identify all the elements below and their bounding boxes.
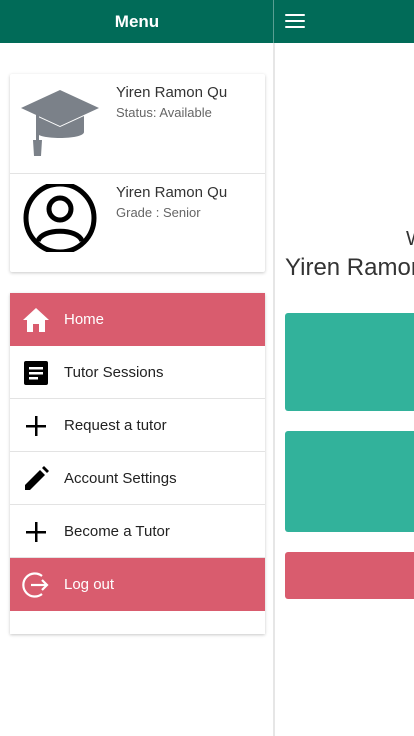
profile-grade-row: Yiren Ramon Qu Grade : Senior xyxy=(10,174,265,273)
nav-item-label: Log out xyxy=(64,576,115,593)
nav-item-become-tutor[interactable]: Become a Tutor xyxy=(10,505,265,558)
profile-card: Yiren Ramon Qu Status: Available Yiren R… xyxy=(10,74,265,272)
nav-item-home[interactable]: Home xyxy=(10,293,265,346)
nav-item-label: Account Settings xyxy=(64,470,177,487)
dashboard-button[interactable] xyxy=(285,552,414,599)
dashboard-tile-2[interactable] xyxy=(285,431,414,532)
side-nav: Home Tutor Sessions Request a tutor Acco… xyxy=(10,293,265,634)
home-icon xyxy=(23,308,49,332)
user-circle-icon xyxy=(23,184,97,252)
main-user-name: Yiren Ramon Qu xyxy=(285,254,414,281)
top-app-bar: Menu xyxy=(0,0,414,43)
welcome-text: W xyxy=(406,228,414,251)
hamburger-menu-icon[interactable] xyxy=(285,14,305,30)
nav-item-label: Become a Tutor xyxy=(64,523,170,540)
graduation-cap-icon xyxy=(21,90,99,156)
dashboard-tile-1[interactable] xyxy=(285,313,414,411)
profile-name: Yiren Ramon Qu xyxy=(116,84,228,101)
nav-item-request-tutor[interactable]: Request a tutor xyxy=(10,399,265,452)
nav-item-label: Request a tutor xyxy=(64,417,167,434)
pencil-icon xyxy=(25,466,49,490)
document-icon xyxy=(24,361,48,385)
profile-status: Status: Available xyxy=(116,105,212,120)
menu-title: Menu xyxy=(114,12,160,31)
profile-grade: Grade : Senior xyxy=(116,205,201,220)
nav-item-label: Home xyxy=(64,311,105,328)
nav-item-account-settings[interactable]: Account Settings xyxy=(10,452,265,505)
plus-icon xyxy=(26,522,46,542)
panel-divider xyxy=(273,43,275,736)
nav-item-label: Tutor Sessions xyxy=(64,364,164,381)
plus-icon xyxy=(26,416,46,436)
nav-item-tutor-sessions[interactable]: Tutor Sessions xyxy=(10,346,265,399)
topbar-divider xyxy=(273,0,274,43)
nav-item-logout[interactable]: Log out xyxy=(10,558,265,611)
logout-icon xyxy=(22,572,49,598)
profile-status-row: Yiren Ramon Qu Status: Available xyxy=(10,74,265,174)
profile-name: Yiren Ramon Qu xyxy=(116,184,228,201)
